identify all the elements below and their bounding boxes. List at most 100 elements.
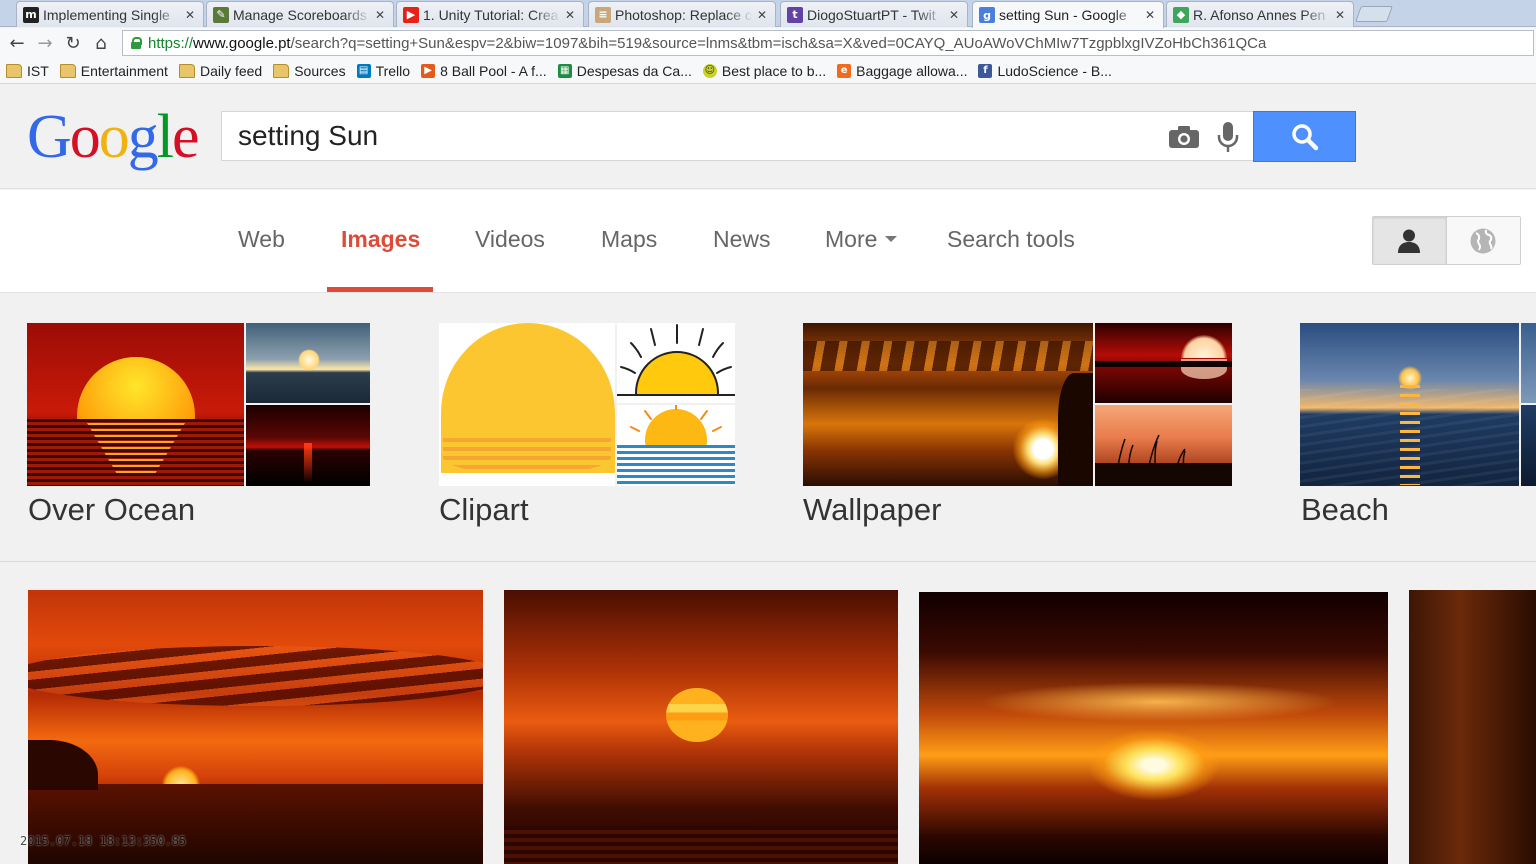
sun-rays-drawing: [617, 324, 735, 396]
url-path: /search?q=setting+Sun&espv=2&biw=1097&bi…: [290, 34, 1267, 52]
bookmark-despesas[interactable]: ▦ Despesas da Ca...: [557, 62, 692, 79]
logo-letter: g: [127, 103, 159, 171]
logo-letter: l: [156, 103, 174, 171]
close-icon[interactable]: ✕: [375, 8, 387, 22]
search-tools-button[interactable]: Search tools: [947, 226, 1075, 253]
browser-tab-active[interactable]: g setting Sun - Google ✕: [972, 1, 1164, 28]
globe-icon: [1470, 228, 1496, 253]
grass-silhouette-thumbnail: [1095, 405, 1232, 486]
tab-more-label: More: [825, 226, 878, 252]
related-label-over-ocean[interactable]: Over Ocean: [28, 492, 195, 528]
logo-letter: e: [172, 103, 199, 171]
related-label-beach[interactable]: Beach: [1301, 492, 1389, 528]
sunset-sea-thumbnail: [246, 323, 370, 403]
facebook-icon: f: [978, 63, 993, 78]
close-icon[interactable]: ✕: [757, 8, 769, 22]
bookmark-trello[interactable]: ▤ Trello: [356, 62, 411, 79]
close-icon[interactable]: ✕: [1145, 8, 1157, 22]
reload-icon[interactable]: ↻: [59, 29, 87, 57]
bookmark-label: Baggage allowa...: [856, 62, 968, 79]
browser-tab-4[interactable]: ≡ Photoshop: Replace c ✕: [588, 1, 776, 27]
close-icon[interactable]: ✕: [1335, 8, 1347, 22]
google-icon: g: [979, 7, 995, 23]
close-icon[interactable]: ✕: [949, 8, 961, 22]
bookmark-label: Trello: [375, 62, 411, 79]
grass-silhouette-drawing: [1114, 434, 1188, 486]
bookmark-best-place[interactable]: ☺ Best place to b...: [702, 62, 827, 79]
back-arrow-icon[interactable]: ←: [3, 29, 31, 57]
tab-videos[interactable]: Videos: [475, 226, 545, 253]
beach-sunset-thumbnail: [1300, 323, 1519, 486]
related-wallpaper-collage[interactable]: [803, 323, 1232, 486]
golden-sunset-wallpaper-thumbnail: [803, 323, 1093, 486]
browser-tab-2[interactable]: ✎ Manage Scoreboards ✕: [206, 1, 394, 27]
tab-title: Manage Scoreboards: [233, 6, 367, 23]
related-clipart-collage[interactable]: [439, 323, 735, 486]
folder-icon: [273, 63, 290, 78]
bookmark-sources[interactable]: Sources: [273, 63, 346, 79]
beach-thumbnail-partial: [1521, 405, 1536, 486]
bookmark-label: Entertainment: [80, 62, 168, 79]
image-result[interactable]: [919, 592, 1388, 864]
microphone-icon[interactable]: [1216, 121, 1240, 153]
bookmark-label: IST: [27, 62, 49, 79]
camera-icon[interactable]: [1168, 125, 1200, 149]
close-icon[interactable]: ✕: [565, 8, 577, 22]
bookmark-ludoscience[interactable]: f LudoScience - B...: [978, 63, 1112, 79]
related-over-ocean-collage[interactable]: [27, 323, 370, 486]
image-result[interactable]: [28, 590, 483, 864]
browser-tab-7[interactable]: ◆ R. Afonso Annes Pen ✕: [1166, 1, 1354, 27]
search-button[interactable]: [1253, 111, 1356, 162]
hide-personal-results-button[interactable]: [1446, 217, 1520, 264]
image-result[interactable]: [504, 590, 898, 864]
personal-results-button[interactable]: [1373, 217, 1447, 264]
tab-title: setting Sun - Google: [999, 7, 1127, 23]
sunset-ocean-thumbnail: [27, 323, 244, 486]
tab-title: 1. Unity Tutorial: Crea: [423, 6, 559, 23]
browser-tab-1[interactable]: m Implementing Single ✕: [16, 1, 204, 27]
tab-maps[interactable]: Maps: [601, 226, 657, 253]
close-icon[interactable]: ✕: [185, 8, 197, 22]
image-result[interactable]: [1409, 590, 1536, 864]
related-searches: Over Ocean Clipart Wallpaper Beach: [0, 294, 1536, 562]
folder-icon: [178, 63, 195, 78]
small-sun-rays: [630, 405, 722, 432]
forward-arrow-icon[interactable]: →: [31, 29, 59, 57]
bookmark-entertainment[interactable]: Entertainment: [59, 62, 168, 79]
bookmark-label: Best place to b...: [721, 62, 827, 79]
new-tab-button[interactable]: [1355, 6, 1393, 22]
tab-title: R. Afonso Annes Pen: [1193, 6, 1326, 23]
twitch-icon: t: [787, 6, 803, 23]
browser-toolbar: ← → ↻ ⌂ https://www.google.pt/search?q=s…: [0, 28, 1536, 58]
search-input[interactable]: [222, 113, 1152, 159]
youtube-icon: ▶: [403, 6, 419, 23]
browser-tab-5[interactable]: t DiogoStuartPT - Twit ✕: [780, 1, 968, 27]
maps-icon: ◆: [1173, 6, 1189, 23]
tab-images[interactable]: Images: [341, 226, 420, 253]
person-icon: [1398, 229, 1421, 253]
home-icon[interactable]: ⌂: [87, 29, 115, 57]
browser-tab-strip: m Implementing Single ✕ ✎ Manage Scorebo…: [0, 0, 1536, 28]
bookmark-8-ball-pool[interactable]: ▶ 8 Ball Pool - A f...: [421, 63, 547, 79]
logo-letter: o: [69, 103, 101, 171]
related-label-wallpaper[interactable]: Wallpaper: [803, 492, 941, 528]
browser-tab-3[interactable]: ▶ 1. Unity Tutorial: Crea ✕: [396, 1, 584, 27]
related-beach-collage[interactable]: [1300, 323, 1536, 486]
bookmark-daily-feed[interactable]: Daily feed: [178, 62, 263, 79]
screen-recorder-timestamp: 2015.07.18 18:13:350.85: [20, 834, 187, 848]
tab-web[interactable]: Web: [238, 226, 285, 253]
tab-news[interactable]: News: [713, 226, 771, 253]
logo-letter: G: [27, 103, 72, 171]
tab-title: Photoshop: Replace c: [615, 6, 752, 23]
tab-more[interactable]: More: [825, 226, 898, 253]
bookmark-label: Despesas da Ca...: [576, 62, 692, 79]
stackexchange-icon: ≡: [595, 6, 611, 23]
related-label-clipart[interactable]: Clipart: [439, 492, 529, 528]
address-bar[interactable]: https://www.google.pt/search?q=setting+S…: [122, 30, 1534, 56]
caret-down-icon: [885, 235, 898, 242]
orange-e-icon: e: [837, 63, 852, 78]
google-logo[interactable]: Google: [27, 103, 200, 171]
bookmark-baggage[interactable]: e Baggage allowa...: [837, 63, 967, 79]
bookmark-ist[interactable]: IST: [6, 63, 49, 79]
bookmark-label: Daily feed: [199, 62, 263, 79]
